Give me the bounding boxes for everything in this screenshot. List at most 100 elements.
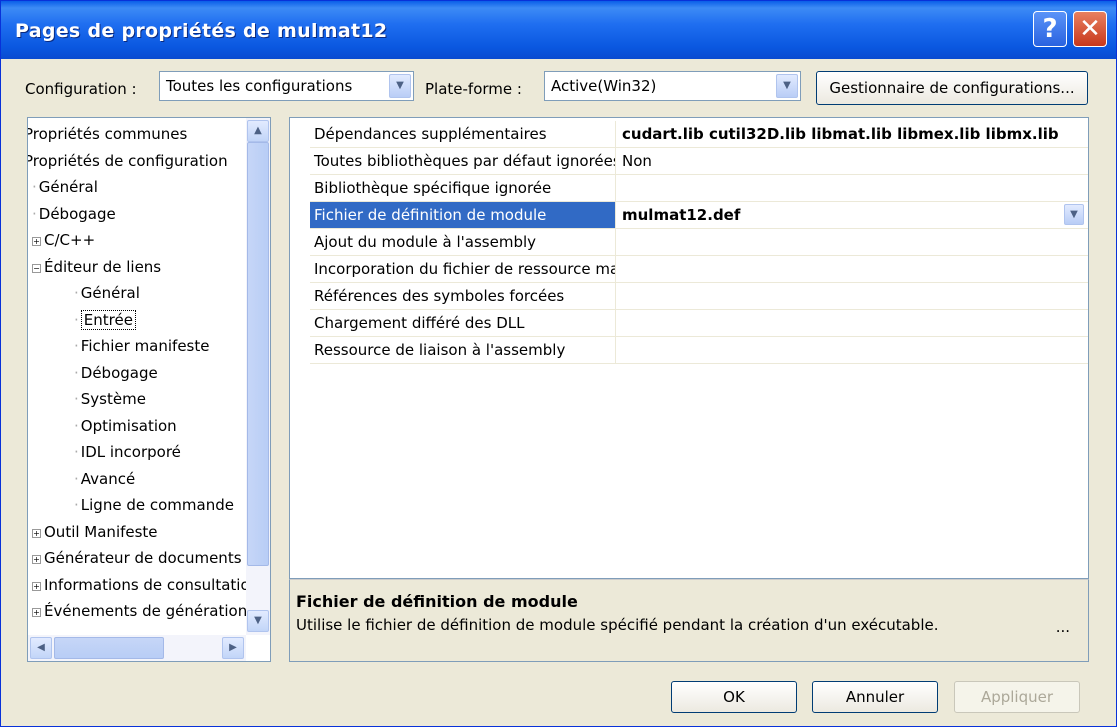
configuration-manager-button[interactable]: Gestionnaire de configurations... [816, 71, 1088, 105]
property-row[interactable]: Toutes bibliothèques par défaut ignorées… [310, 148, 1088, 175]
chevron-down-icon[interactable]: ▼ [389, 74, 411, 98]
platform-label: Plate-forme : [425, 80, 522, 98]
property-value[interactable] [618, 175, 1088, 201]
tree-item[interactable]: + C/C++ [32, 227, 95, 253]
tree-connector: · [32, 204, 37, 223]
platform-dropdown[interactable]: Active(Win32) ▼ [544, 71, 801, 101]
description-text: Utilise le fichier de définition de modu… [296, 616, 939, 634]
tree-item[interactable]: · Entrée [74, 307, 136, 333]
tree-item[interactable]: · Système [74, 386, 146, 412]
tree-item[interactable]: · Débogage [74, 360, 158, 386]
collapse-icon[interactable]: − [32, 263, 41, 273]
property-value[interactable]: mulmat12.def [618, 202, 1088, 228]
property-name[interactable]: Références des symboles forcées [310, 283, 616, 309]
tree-connector: · [32, 178, 37, 196]
tree-item-label: Éditeur de liens [44, 257, 162, 276]
configuration-dropdown[interactable]: Toutes les configurations ▼ [159, 71, 414, 101]
tree-item[interactable]: · Débogage [32, 201, 116, 227]
tree-item[interactable]: − Éditeur de liens [32, 254, 161, 280]
tree-item-label: Générateur de documents XML [44, 549, 271, 567]
scroll-left-icon[interactable]: ◀ [30, 637, 52, 659]
tree-item[interactable]: · Fichier manifeste [74, 333, 209, 359]
expand-icon[interactable]: + [32, 237, 41, 246]
property-name[interactable]: Incorporation du fichier de ressource ma… [310, 256, 616, 282]
tree-item[interactable]: · Ligne de commande [74, 492, 234, 518]
expand-icon[interactable]: + [32, 581, 41, 591]
tree-connector: · [74, 310, 79, 329]
property-name[interactable]: Dépendances supplémentaires [310, 121, 616, 147]
description-panel: Fichier de définition de module Utilise … [289, 579, 1089, 662]
property-name[interactable]: Fichier de définition de module [310, 202, 616, 228]
property-name[interactable]: Bibliothèque spécifique ignorée [310, 175, 616, 201]
property-row[interactable]: Ressource de liaison à l'assembly [310, 337, 1088, 364]
tree-item-label: Système [80, 390, 146, 408]
property-value[interactable] [618, 337, 1088, 363]
title-bar[interactable]: Pages de propriétés de mulmat12 ? ✕ [1, 1, 1116, 59]
platform-value: Active(Win32) [551, 77, 657, 95]
chevron-down-icon[interactable]: ▼ [1064, 204, 1084, 225]
close-icon: ✕ [1079, 14, 1101, 44]
scroll-down-icon[interactable]: ▼ [247, 610, 269, 632]
tree-connector: · [74, 337, 79, 355]
tree-item[interactable]: + Outil Manifeste [32, 519, 158, 545]
tree-item-label: Optimisation [80, 416, 177, 435]
property-row[interactable]: Dépendances supplémentaires cudart.lib cu… [310, 121, 1088, 148]
tree-item[interactable]: + Informations de consultation [32, 572, 259, 598]
expand-icon[interactable]: + [32, 608, 41, 617]
apply-button[interactable]: Appliquer [954, 681, 1080, 713]
tree-connector: · [74, 469, 79, 488]
tree-item[interactable]: Propriétés communes [28, 121, 187, 147]
tree-item-label: Événements de génération [44, 602, 248, 620]
property-row[interactable]: Références des symboles forcées [310, 283, 1088, 310]
tree-item[interactable]: · IDL incorporé [74, 439, 181, 465]
tree-item[interactable]: Propriétés de configuration [27, 148, 228, 174]
tree-vertical-scrollbar[interactable]: ▲ ▼ [246, 118, 270, 635]
property-row[interactable]: Incorporation du fichier de ressource ma… [310, 256, 1088, 283]
tree-item-label: Outil Manifeste [44, 522, 158, 541]
tree-item-label: Débogage [38, 204, 116, 223]
expand-icon[interactable]: + [32, 528, 41, 538]
property-grid: Dépendances supplémentaires cudart.lib cu… [289, 117, 1089, 579]
property-name[interactable]: Ajout du module à l'assembly [310, 229, 616, 255]
grid-gutter [290, 118, 310, 578]
property-value[interactable]: cudart.lib cutil32D.lib libmat.lib libme… [618, 121, 1088, 147]
tree-item-label: Débogage [80, 363, 158, 382]
property-value[interactable] [618, 229, 1088, 255]
tree-item[interactable]: · Avancé [74, 466, 135, 492]
property-row[interactable]: Chargement différé des DLL [310, 310, 1088, 337]
tree-item[interactable]: · Général [32, 174, 98, 200]
property-name[interactable]: Chargement différé des DLL [310, 310, 616, 336]
tree-horizontal-scrollbar[interactable]: ◀ ▶ [28, 635, 246, 661]
scroll-up-icon[interactable]: ▲ [247, 120, 269, 142]
tree-item-label: Entrée [80, 309, 136, 330]
property-row[interactable]: Bibliothèque spécifique ignorée [310, 175, 1088, 202]
property-name[interactable]: Toutes bibliothèques par défaut ignorées [310, 148, 616, 174]
tree-item-label: Propriétés de configuration [27, 151, 228, 170]
tree-item[interactable]: + Événements de génération [32, 598, 247, 624]
expand-icon[interactable]: + [32, 555, 41, 564]
property-row[interactable]: Ajout du module à l'assembly [310, 229, 1088, 256]
property-value[interactable] [618, 283, 1088, 309]
tree-connector: · [74, 390, 79, 408]
tree-item-label: Général [80, 284, 140, 302]
property-value[interactable] [618, 256, 1088, 282]
help-button[interactable]: ? [1033, 11, 1067, 47]
tree-item-label: C/C++ [44, 231, 96, 249]
scroll-right-icon[interactable]: ▶ [222, 637, 244, 659]
description-more: ... [1055, 618, 1070, 636]
tree-item-label: Informations de consultation [44, 575, 260, 594]
ok-button[interactable]: OK [671, 681, 797, 713]
property-value[interactable]: Non [618, 148, 1088, 174]
chevron-down-icon[interactable]: ▼ [776, 74, 798, 98]
tree-item[interactable]: + Générateur de documents XML [32, 545, 271, 571]
cancel-button[interactable]: Annuler [812, 681, 938, 713]
close-button[interactable]: ✕ [1073, 11, 1107, 47]
description-title: Fichier de définition de module [296, 592, 578, 611]
property-row[interactable]: Fichier de définition de module mulmat12.… [310, 202, 1088, 229]
tree-item[interactable]: · Optimisation [74, 413, 177, 439]
property-value[interactable] [618, 310, 1088, 336]
tree-hscroll-thumb[interactable] [54, 637, 164, 659]
property-name[interactable]: Ressource de liaison à l'assembly [310, 337, 616, 363]
tree-scroll-thumb[interactable] [247, 142, 269, 566]
tree-item[interactable]: · Général [74, 280, 140, 306]
